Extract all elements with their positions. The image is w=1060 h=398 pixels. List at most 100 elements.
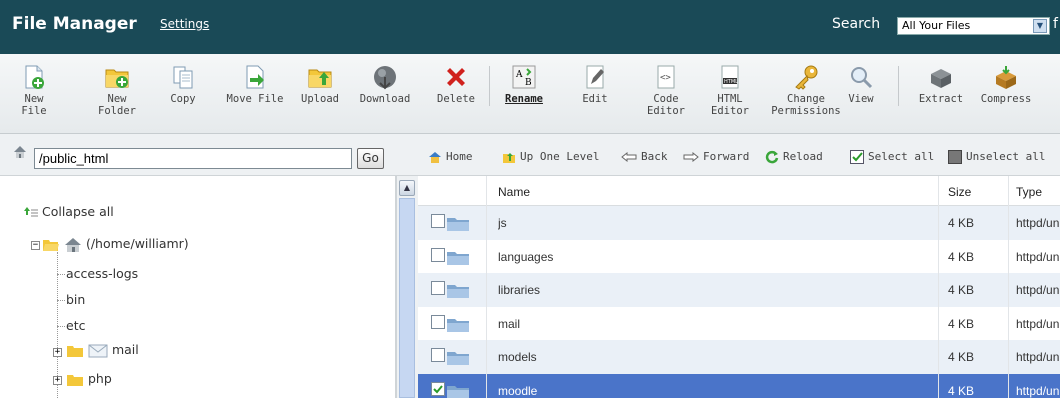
extract-button[interactable]: Extract <box>914 64 968 105</box>
scroll-thumb[interactable] <box>399 198 415 398</box>
view-button[interactable]: View <box>844 64 878 105</box>
go-button[interactable]: Go <box>357 148 384 169</box>
folder-icon <box>67 374 83 386</box>
compress-button[interactable]: Compress <box>976 64 1036 105</box>
scroll-up-arrow[interactable]: ▲ <box>399 180 415 196</box>
new-file-button[interactable]: New File <box>12 64 56 117</box>
up-one-level-link[interactable]: Up One Level <box>502 150 599 163</box>
change-permissions-label-2: Permissions <box>771 105 841 117</box>
tree-scrollbar[interactable]: ▲ <box>396 176 418 398</box>
tree-item-php[interactable]: php <box>66 371 112 387</box>
tree-root-label: (/home/williamr) <box>85 236 189 251</box>
folder-icon <box>446 350 470 369</box>
folder-icon <box>446 384 470 398</box>
tree-guide <box>57 274 65 275</box>
row-checkbox[interactable] <box>431 247 445 262</box>
move-file-button[interactable]: Move File <box>225 64 285 105</box>
cell-name: moodle <box>498 383 538 398</box>
code-editor-button[interactable]: <> Code Editor <box>644 64 688 117</box>
tree-item-mail[interactable]: mail <box>66 342 139 359</box>
home-icon <box>429 152 441 163</box>
table-row[interactable]: mail 4 KB httpd/unix-directory <box>418 306 1060 340</box>
column-name[interactable]: Name <box>498 185 530 199</box>
cell-name: mail <box>498 316 521 331</box>
settings-link[interactable]: Settings <box>160 17 209 31</box>
row-checkbox[interactable] <box>431 281 445 295</box>
collapse-toggle[interactable]: − <box>31 241 40 250</box>
forward-link[interactable]: Forward <box>683 150 749 163</box>
expand-toggle[interactable]: + <box>53 348 62 357</box>
reload-link[interactable]: Reload <box>765 150 823 164</box>
tree-root[interactable]: (/home/williamr) <box>42 236 189 253</box>
chevron-down-icon[interactable]: ▼ <box>1033 19 1047 33</box>
tree-item-access-logs[interactable]: access-logs <box>66 266 138 281</box>
select-all-label: Select all <box>868 150 935 163</box>
reload-icon <box>765 150 779 164</box>
path-bar: Go <box>0 134 418 176</box>
tree-item-etc[interactable]: etc <box>66 318 85 333</box>
column-type[interactable]: Type <box>1016 185 1042 199</box>
compress-icon <box>996 66 1016 89</box>
cell-size: 4 KB <box>948 383 975 398</box>
folder-open-icon <box>43 239 59 251</box>
change-permissions-button[interactable]: Change Permissions <box>766 64 846 117</box>
edit-icon <box>586 65 604 89</box>
column-size[interactable]: Size <box>948 185 971 199</box>
new-file-label: New File <box>21 93 47 117</box>
tree-item-bin[interactable]: bin <box>66 292 85 307</box>
cell-name: js <box>498 216 507 230</box>
reload-label: Reload <box>783 150 823 163</box>
cell-type: httpd/unix-directory <box>1016 350 1060 364</box>
back-link[interactable]: Back <box>621 150 668 163</box>
code-editor-icon: <> <box>657 65 675 89</box>
unselect-all-link[interactable]: Unselect all <box>948 150 1045 164</box>
edit-button[interactable]: Edit <box>580 64 610 105</box>
row-checkbox[interactable] <box>431 348 445 362</box>
forward-label: Forward <box>703 150 750 163</box>
table-row[interactable]: js 4 KB httpd/unix-directory <box>418 206 1060 240</box>
home-icon <box>64 237 81 252</box>
search-tail-text: f <box>1053 16 1058 32</box>
row-checkbox[interactable] <box>431 314 445 329</box>
collapse-all-link[interactable]: Collapse all <box>24 204 114 219</box>
html-editor-button[interactable]: HTML HTML Editor <box>708 64 752 117</box>
new-folder-label-1: New <box>107 93 127 105</box>
collapse-icon <box>24 206 38 216</box>
path-input[interactable] <box>34 148 352 169</box>
tree-item-label: php <box>87 371 112 386</box>
table-row[interactable]: moodle 4 KB httpd/unix-directory <box>418 373 1060 398</box>
row-checkbox[interactable] <box>431 214 445 228</box>
cell-size: 4 KB <box>948 216 975 230</box>
new-folder-button[interactable]: New Folder <box>95 64 139 117</box>
expand-toggle[interactable]: + <box>53 376 62 385</box>
checkbox-filled-icon <box>948 150 962 164</box>
download-button[interactable]: Download <box>355 64 415 105</box>
table-row[interactable]: languages 4 KB httpd/unix-directory <box>418 239 1060 273</box>
delete-button[interactable]: Delete <box>434 64 478 105</box>
upload-button[interactable]: Upload <box>298 64 342 105</box>
change-permissions-label-1: Change <box>787 93 825 105</box>
column-divider <box>938 176 939 398</box>
app-title: File Manager <box>12 14 137 34</box>
new-folder-label-2: Folder <box>98 105 136 117</box>
move-file-label: Move File <box>226 93 284 105</box>
upload-label: Upload <box>301 93 339 105</box>
extract-icon <box>931 69 951 88</box>
table-row[interactable]: models 4 KB httpd/unix-directory <box>418 340 1060 374</box>
rename-button[interactable]: AB Rename <box>502 64 546 105</box>
checkmark-icon <box>433 384 443 393</box>
folder-icon <box>446 250 470 269</box>
home-link[interactable]: Home <box>428 150 473 163</box>
unselect-all-label: Unselect all <box>966 150 1046 163</box>
table-row[interactable]: libraries 4 KB httpd/unix-directory <box>418 273 1060 307</box>
cell-type: httpd/unix-directory <box>1016 316 1060 331</box>
search-scope-select[interactable]: All Your Files ▼ <box>897 17 1050 35</box>
search-scope-value: All Your Files <box>902 19 971 32</box>
row-checkbox-checked[interactable] <box>431 381 445 396</box>
copy-button[interactable]: Copy <box>166 64 200 105</box>
select-all-link[interactable]: Select all <box>850 150 934 164</box>
rename-icon: AB <box>512 65 536 89</box>
cell-type: httpd/unix-directory <box>1016 383 1060 398</box>
magnifier-icon <box>851 67 873 89</box>
arrow-left-icon <box>621 152 637 162</box>
